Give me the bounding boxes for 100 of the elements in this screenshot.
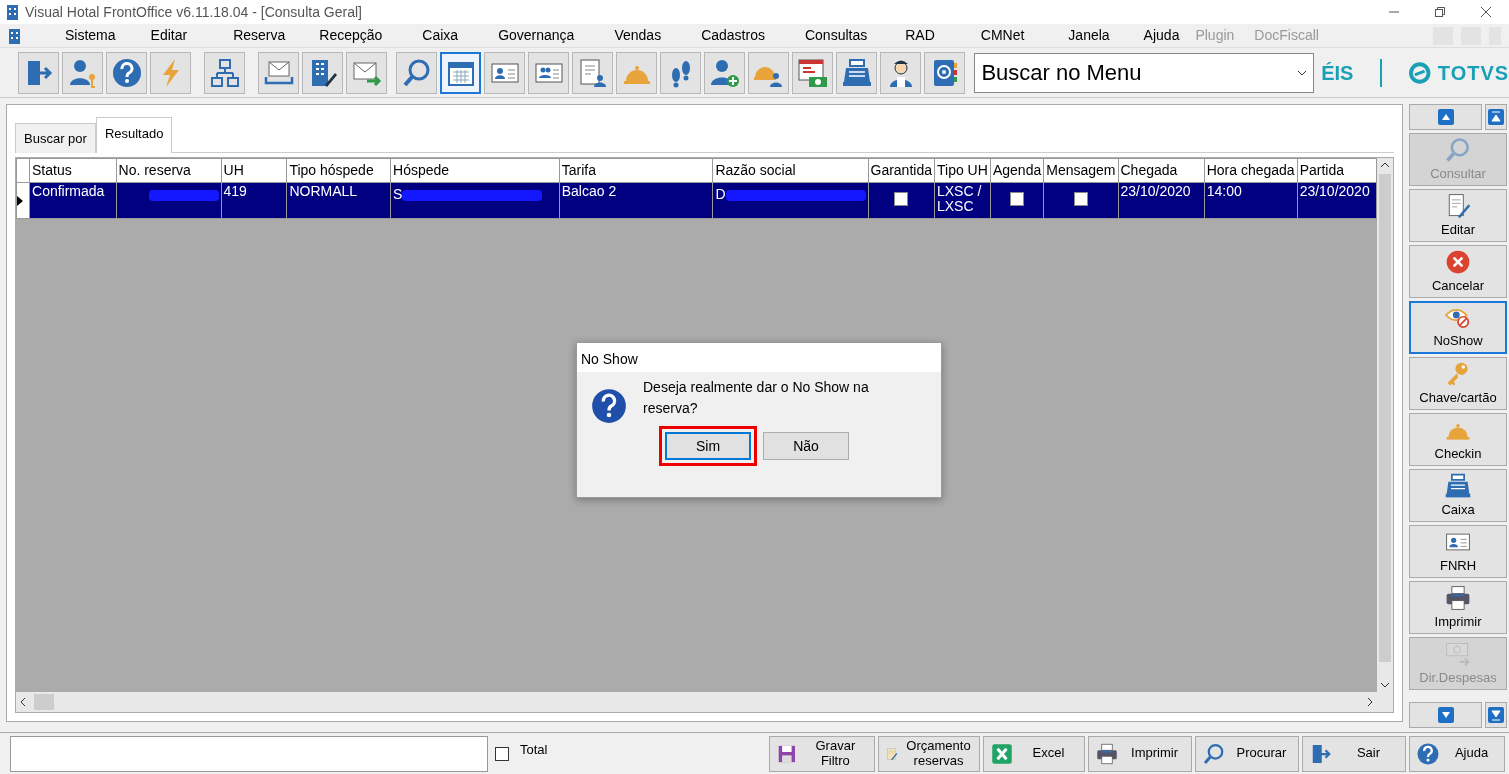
footer-button[interactable]: Ajuda [1409, 735, 1505, 772]
spreadsheet-icon [990, 741, 1014, 766]
column-header[interactable]: Tipo hóspede [286, 158, 391, 183]
totvs-logo-icon [1409, 61, 1431, 84]
sidebar-button[interactable]: Editar [1409, 189, 1507, 242]
menu-item[interactable]: Consultas [800, 25, 872, 46]
toolbar-button[interactable] [106, 51, 148, 94]
scroll-bottom-button[interactable] [1485, 702, 1507, 728]
scroll-down-icon[interactable] [1380, 682, 1390, 688]
hotel-building-icon[interactable] [8, 27, 21, 44]
column-header[interactable]: Razão social [712, 158, 868, 183]
menu-item[interactable]: Governança [494, 25, 579, 46]
column-header[interactable]: Chegada [1118, 158, 1205, 183]
toolbar-button[interactable] [346, 51, 388, 94]
column-header[interactable]: Tipo UH [934, 158, 991, 183]
scrollbar-thumb[interactable] [34, 694, 54, 710]
scroll-left-icon[interactable] [20, 697, 26, 707]
table-cell: 23/10/2020 [1118, 182, 1205, 219]
table-cell: LXSC / LXSC [934, 182, 991, 219]
toolbar-button[interactable] [880, 51, 922, 94]
scroll-top-button[interactable] [1485, 104, 1507, 130]
toolbar-button[interactable] [836, 51, 878, 94]
column-header[interactable]: Garantida [868, 158, 935, 183]
question-icon [591, 388, 627, 424]
toolbar-button[interactable] [748, 51, 790, 94]
search-icon [1202, 741, 1226, 766]
toolbar-button[interactable] [528, 51, 570, 94]
table-cell: NORMALL [286, 182, 391, 219]
sidebar-button[interactable]: FNRH [1409, 525, 1507, 578]
toolbar-button[interactable] [204, 51, 246, 94]
menu-item[interactable]: Ajuda [1139, 25, 1184, 46]
sidebar-button[interactable]: NoShow [1409, 301, 1507, 354]
menu-item[interactable]: Sistema [61, 25, 120, 46]
sidebar-button[interactable]: Checkin [1409, 413, 1507, 466]
checkbox-label: Total [520, 740, 548, 759]
invoice-money-icon [796, 56, 829, 89]
dialog-message: Deseja realmente dar o No Show na reserva? [643, 378, 870, 418]
footer-button[interactable]: Excel [983, 735, 1085, 772]
toolbar-button[interactable] [440, 51, 482, 94]
column-header[interactable]: UH [221, 158, 287, 183]
scroll-up-button[interactable] [1409, 104, 1482, 130]
menu-item[interactable]: Editar [146, 25, 192, 46]
sidebar-button[interactable]: Cancelar [1409, 245, 1507, 298]
scrollbar-thumb[interactable] [1379, 174, 1391, 662]
menu-item[interactable]: Vendas [610, 25, 666, 46]
column-header[interactable]: Agenda [990, 158, 1044, 183]
menu-item[interactable]: Recepção [315, 25, 387, 46]
column-header[interactable]: Tarifa [559, 158, 713, 183]
column-header[interactable]: Hora chegada [1204, 158, 1298, 183]
toolbar-button[interactable] [704, 51, 746, 94]
toolbar-button[interactable] [62, 51, 104, 94]
toolbar-button[interactable] [302, 51, 344, 94]
checkbox[interactable] [495, 746, 509, 761]
toolbar-button[interactable] [484, 51, 526, 94]
toolbar-button[interactable] [572, 51, 614, 94]
checkbox[interactable] [894, 192, 909, 206]
scroll-down-button[interactable] [1409, 702, 1482, 728]
menu-item[interactable]: Cadastros [697, 25, 769, 46]
checkbox[interactable] [1073, 192, 1088, 206]
table-cell: 419 [221, 182, 287, 219]
dialog-title: No Show [577, 343, 941, 372]
menu-item[interactable]: Janela [1064, 25, 1114, 46]
sidebar-button[interactable]: Caixa [1409, 469, 1507, 522]
checkbox[interactable] [1010, 192, 1025, 206]
dialog-button[interactable]: Não [763, 432, 849, 460]
column-header[interactable]: No. reserva [116, 158, 221, 183]
column-header[interactable]: Partida [1297, 158, 1377, 183]
scroll-right-icon[interactable] [1367, 697, 1373, 707]
menu-item[interactable]: Caixa [418, 25, 463, 46]
dropdown-caret-icon [1297, 69, 1308, 76]
footer-button[interactable]: Gravar Filtro [769, 735, 875, 772]
redaction-mark [148, 189, 219, 201]
column-header[interactable]: Status [29, 158, 116, 183]
tab[interactable]: Buscar por [15, 123, 96, 153]
toolbar-button[interactable] [258, 51, 300, 94]
menu-item[interactable]: RAD [901, 25, 939, 46]
toolbar-button[interactable] [924, 51, 966, 94]
toolbar-button[interactable] [396, 51, 438, 94]
input-field[interactable] [10, 735, 488, 772]
sidebar-button[interactable]: Chave/cartão [1409, 357, 1507, 410]
scroll-up-icon[interactable] [1380, 162, 1390, 168]
toolbar-button[interactable] [792, 51, 834, 94]
footer-button[interactable]: Procurar [1195, 735, 1299, 772]
tab[interactable]: Resultado [95, 117, 173, 153]
toolbar-button[interactable] [18, 51, 59, 94]
menu-search-field[interactable]: Buscar no Menu [974, 52, 1315, 93]
menu-item[interactable]: Reserva [229, 25, 290, 46]
toolbar-button[interactable] [660, 51, 702, 94]
column-header[interactable]: Mensagem [1043, 158, 1118, 183]
table-cell: Balcao 2 [559, 182, 713, 219]
dialog-button[interactable]: Sim [665, 432, 751, 460]
footer-button[interactable]: Imprimir [1088, 735, 1192, 772]
help-icon [1416, 741, 1440, 766]
brand-logo-text: TOTVS [1437, 60, 1509, 86]
sidebar-button[interactable]: Imprimir [1409, 581, 1507, 634]
top-arrow-icon [1488, 109, 1504, 125]
column-header[interactable]: Hóspede [390, 158, 560, 183]
footer-button[interactable]: Sair [1302, 735, 1406, 772]
footer-button[interactable]: Orçamento reservas [878, 735, 980, 772]
menu-item[interactable]: CMNet [976, 25, 1029, 46]
